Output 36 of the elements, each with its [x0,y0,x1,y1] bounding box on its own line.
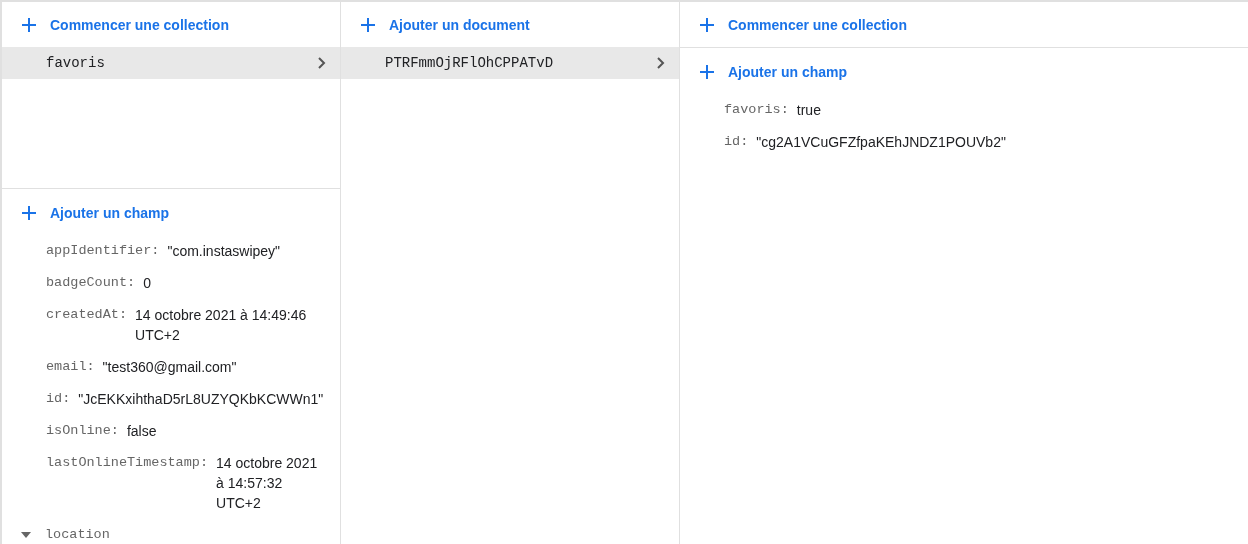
item-name: favoris [46,55,105,71]
field-key: location [45,525,110,544]
plus-icon [22,206,36,220]
field-value: "cg2A1VCuGFZfpaKEhJNDZ1POUVb2" [756,133,1007,152]
field-key: id: [46,389,71,409]
list-item[interactable]: favoris [2,47,340,79]
field-key: id: [724,132,749,152]
field-value: 0 [143,274,152,293]
field-value: "test360@gmail.com" [102,358,238,377]
add-button[interactable]: Ajouter un champ [696,60,851,84]
field-key: badgeCount: [46,273,136,293]
chevron-right-icon [657,57,665,69]
add-button[interactable]: Commencer une collection [18,12,233,37]
plus-icon [700,65,714,79]
plus-icon [700,17,714,32]
plus-icon [361,17,375,32]
add-button[interactable]: Ajouter un document [357,12,534,37]
field-value: 14 octobre 2021 à 14:57:32 UTC+2 [216,454,319,513]
field-key: email: [46,357,95,377]
field-value: "JcEKKxihthaD5rL8UZYQKbKCWWn1" [78,390,324,409]
field-value: 14 octobre 2021 à 14:49:46 UTC+2 [135,306,308,345]
field-key: lastOnlineTimestamp: [46,453,209,473]
field-value: false [126,422,158,441]
caret-icon[interactable] [21,532,31,538]
plus-icon [22,17,36,32]
chevron-right-icon [318,57,326,69]
field-key: favoris: [724,100,789,120]
add-button[interactable]: Ajouter un champ [18,201,173,225]
field-key: isOnline: [46,421,119,441]
field-key: createdAt: [46,305,127,325]
add-button[interactable]: Commencer une collection [696,12,911,37]
field-key: appIdentifier: [46,241,160,261]
item-name: PTRFmmOjRFlOhCPPATvD [385,55,554,71]
field-value: true [796,101,822,120]
list-item[interactable]: PTRFmmOjRFlOhCPPATvD [341,47,679,79]
field-value: "com.instaswipey" [167,242,282,261]
